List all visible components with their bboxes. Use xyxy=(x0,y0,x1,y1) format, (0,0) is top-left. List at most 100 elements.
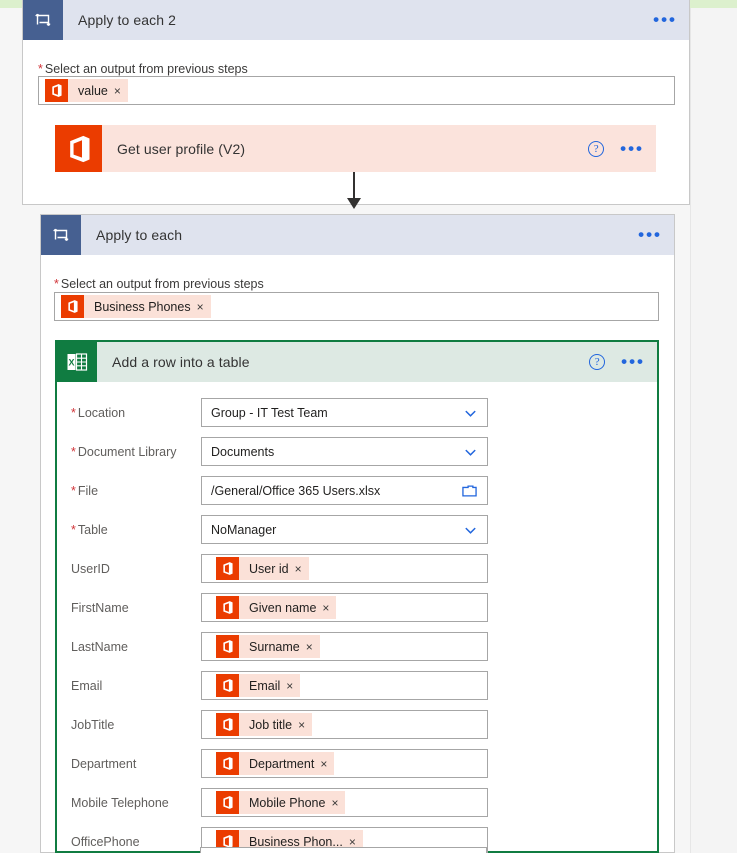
token-chip[interactable]: Department × xyxy=(216,752,335,775)
field-row: Email Email × xyxy=(71,671,488,700)
token-chip[interactable]: Surname × xyxy=(216,635,320,658)
connector-arrowhead xyxy=(347,198,361,209)
more-options-button[interactable]: ••• xyxy=(621,353,645,370)
token-business-phones[interactable]: Business Phones × xyxy=(61,295,211,318)
outer-output-input[interactable]: value × xyxy=(38,76,675,105)
field-input-mobile-telephone[interactable]: Mobile Phone × xyxy=(201,788,488,817)
field-row: * File/General/Office 365 Users.xlsx xyxy=(71,476,488,505)
field-label-text: Document Library xyxy=(77,444,177,459)
get-user-profile-card[interactable]: Get user profile (V2) ? ••• xyxy=(55,125,656,172)
field-input-table[interactable]: NoManager xyxy=(201,515,488,544)
field-input-department[interactable]: Department × xyxy=(201,749,488,778)
field-input-file[interactable]: /General/Office 365 Users.xlsx xyxy=(201,476,488,505)
office365-icon xyxy=(216,596,239,619)
apply-to-each-header[interactable]: Apply to each ••• xyxy=(41,215,674,255)
token-text: Department xyxy=(249,756,315,771)
field-label: LastName xyxy=(71,640,201,654)
token-remove-icon[interactable]: × xyxy=(197,300,211,314)
token-value[interactable]: value × xyxy=(45,79,128,102)
get-user-profile-header[interactable]: Get user profile (V2) ? ••• xyxy=(55,125,656,172)
office365-icon xyxy=(216,674,239,697)
apply-to-each-header-actions: ••• xyxy=(638,215,662,255)
right-gutter-panel xyxy=(690,8,737,853)
field-input-firstname[interactable]: Given name × xyxy=(201,593,488,622)
token-business-phones-text: Business Phones xyxy=(94,299,191,314)
flow-designer-canvas: Apply to each 2 ••• * Select an output fr… xyxy=(0,0,737,853)
field-value: /General/Office 365 Users.xlsx xyxy=(211,483,381,498)
field-label: * Table xyxy=(71,523,201,537)
field-row: UserID User id × xyxy=(71,554,488,583)
field-input-jobtitle[interactable]: Job title × xyxy=(201,710,488,739)
add-a-row-into-a-table-card[interactable]: X Add a row into a table ? ••• * Location… xyxy=(55,340,659,853)
chevron-down-icon[interactable] xyxy=(463,444,478,459)
token-text: Job title xyxy=(249,717,293,732)
token-chip[interactable]: Given name × xyxy=(216,596,337,619)
token-remove-icon[interactable]: × xyxy=(298,718,312,732)
required-asterisk: * xyxy=(38,62,43,76)
office365-icon xyxy=(216,752,239,775)
token-text: Email xyxy=(249,678,281,693)
token-remove-icon[interactable]: × xyxy=(331,796,345,810)
field-row: * Table NoManager xyxy=(71,515,488,544)
token-remove-icon[interactable]: × xyxy=(320,757,334,771)
token-remove-icon[interactable]: × xyxy=(306,640,320,654)
excel-icon: X xyxy=(57,342,97,382)
field-label-text: Mobile Telephone xyxy=(71,795,169,810)
office365-icon xyxy=(55,125,102,172)
folder-icon[interactable] xyxy=(461,483,478,498)
field-label: * File xyxy=(71,484,201,498)
token-chip[interactable]: Job title × xyxy=(216,713,313,736)
token-remove-icon[interactable]: × xyxy=(322,601,336,615)
field-label-text: Email xyxy=(71,678,103,693)
office365-icon xyxy=(216,713,239,736)
field-label-text: Location xyxy=(77,405,126,420)
field-input-email[interactable]: Email × xyxy=(201,671,488,700)
apply-to-each-2-title: Apply to each 2 xyxy=(78,12,177,28)
apply-to-each-2-card[interactable]: Apply to each 2 ••• * Select an output fr… xyxy=(22,0,690,205)
field-label-text: FirstName xyxy=(71,600,129,615)
field-label: * Document Library xyxy=(71,445,201,459)
field-row: * Location Group - IT Test Team xyxy=(71,398,488,427)
chevron-down-icon[interactable] xyxy=(463,522,478,537)
help-icon[interactable]: ? xyxy=(589,354,606,370)
office365-icon xyxy=(61,295,84,318)
excel-card-header[interactable]: X Add a row into a table ? ••• xyxy=(57,342,657,382)
field-label-text: JobTitle xyxy=(71,717,115,732)
token-chip[interactable]: User id × xyxy=(216,557,309,580)
field-input-location[interactable]: Group - IT Test Team xyxy=(201,398,488,427)
partial-field-input[interactable] xyxy=(200,847,487,853)
get-user-profile-header-actions: ? ••• xyxy=(588,125,644,172)
field-row: JobTitle Job title × xyxy=(71,710,488,739)
field-row: Mobile Telephone Mobile Phone × xyxy=(71,788,488,817)
more-options-button[interactable]: ••• xyxy=(638,226,662,243)
required-asterisk: * xyxy=(71,483,76,498)
field-row: * Document Library Documents xyxy=(71,437,488,466)
office365-icon xyxy=(216,791,239,814)
inner-output-label: * Select an output from previous steps xyxy=(54,277,264,291)
more-options-button[interactable]: ••• xyxy=(653,11,677,28)
token-remove-icon[interactable]: × xyxy=(114,84,128,98)
field-label: Mobile Telephone xyxy=(71,796,201,810)
office365-icon xyxy=(216,635,239,658)
apply-to-each-2-header[interactable]: Apply to each 2 ••• xyxy=(23,0,689,40)
token-chip[interactable]: Email × xyxy=(216,674,301,697)
chevron-down-icon[interactable] xyxy=(463,405,478,420)
inner-output-input[interactable]: Business Phones × xyxy=(54,292,659,321)
token-remove-icon[interactable]: × xyxy=(286,679,300,693)
outer-output-label-text: Select an output from previous steps xyxy=(44,62,248,76)
more-options-button[interactable]: ••• xyxy=(620,140,644,157)
help-icon[interactable]: ? xyxy=(588,140,605,157)
field-input-userid[interactable]: User id × xyxy=(201,554,488,583)
field-input-lastname[interactable]: Surname × xyxy=(201,632,488,661)
token-chip[interactable]: Mobile Phone × xyxy=(216,791,346,814)
field-label-text: LastName xyxy=(71,639,128,654)
required-asterisk: * xyxy=(71,444,76,459)
field-label: FirstName xyxy=(71,601,201,615)
field-label-text: OfficePhone xyxy=(71,834,140,849)
token-value-text: value xyxy=(78,83,108,98)
token-remove-icon[interactable]: × xyxy=(295,562,309,576)
field-input-document-library[interactable]: Documents xyxy=(201,437,488,466)
field-label: UserID xyxy=(71,562,201,576)
field-label: OfficePhone xyxy=(71,835,201,849)
field-label: Email xyxy=(71,679,201,693)
